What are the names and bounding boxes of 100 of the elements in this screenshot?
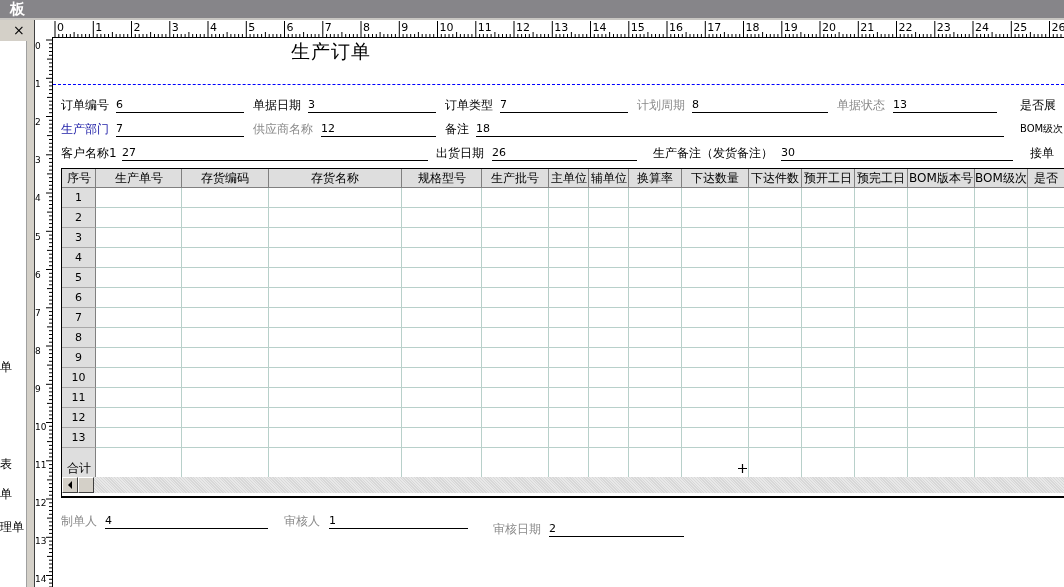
table-cell [482,388,549,408]
panel-item[interactable]: 理单 [0,519,24,536]
fill-in-line[interactable]: 18 [476,121,1004,137]
ruler-number: 0 [57,21,64,34]
table-cell [975,328,1028,348]
table-cell [975,368,1028,388]
ruler-number: 6 [35,269,41,280]
field-label: 生产部门 [61,121,109,137]
fill-in-line[interactable]: 6 [116,97,244,113]
table-cell [549,368,589,388]
table-cell [629,248,682,268]
fill-in-line[interactable]: 12 [321,121,436,137]
table-cell [855,328,908,348]
fill-in-line[interactable]: 4 [105,513,268,529]
ruler-number: 5 [35,231,41,242]
field-label: 审核日期 [493,521,541,537]
fill-in-line[interactable]: 7 [116,121,244,137]
column-header: 换算率 [629,169,682,188]
ruler-number: 16 [669,21,683,34]
fill-in-line[interactable]: 3 [308,97,436,113]
fill-in-line[interactable]: 8 [692,97,828,113]
panel-item[interactable]: 单 [0,486,12,503]
column-header: 预开工日 [802,169,855,188]
panel-item[interactable]: 单 [0,359,12,376]
table-cell [549,228,589,248]
field-label: 客户名称1 [61,145,117,161]
field-label: 生产备注（发货备注） [653,145,773,161]
table-cell [682,408,749,428]
table-cell [908,328,975,348]
row-number: 7 [62,308,96,328]
close-button[interactable]: × [10,22,28,38]
fill-in-line[interactable]: 1 [329,513,468,529]
row-number: 1 [62,188,96,208]
table-cell [749,368,802,388]
field-label: 备注 [445,121,469,137]
table-cell [749,408,802,428]
table-cell [855,248,908,268]
table-cell [482,308,549,328]
fill-in-line[interactable]: 13 [893,97,997,113]
table-cell [908,408,975,428]
table-cell [802,348,855,368]
row-number: 2 [62,208,96,228]
table-cell [629,268,682,288]
table-cell [975,408,1028,428]
field-label: 出货日期 [436,145,484,161]
table-cell [975,288,1028,308]
row-number: 5 [62,268,96,288]
ruler-number: 4 [35,193,41,204]
ruler-number: 20 [822,21,836,34]
field-label: 订单编号 [61,97,109,113]
column-header: 序号 [62,169,96,188]
table-cell [549,348,589,368]
table-cell [749,308,802,328]
table-cell [629,208,682,228]
table-cell [629,328,682,348]
fill-in-line[interactable]: 7 [500,97,628,113]
panel-item[interactable]: 表 [0,456,12,473]
table-cell [549,208,589,228]
table-cell [855,308,908,328]
row-number: 11 [62,388,96,408]
ruler-number: 9 [35,383,41,394]
fill-in-line[interactable]: 26 [492,145,637,161]
table-cell [682,228,749,248]
column-header: 预完工日 [855,169,908,188]
field-label: 供应商名称 [253,121,313,137]
table-cell [482,408,549,428]
table-cell [482,288,549,308]
fill-in-line[interactable]: 27 [122,145,428,161]
table-cell [629,408,682,428]
table-cell [682,368,749,388]
table-cell [589,348,629,368]
ruler-number: 18 [745,21,760,34]
table-cell [855,348,908,368]
table-cell [549,248,589,268]
ruler-number: 19 [783,21,798,34]
column-header: 存货编码 [182,169,269,188]
column-header: 规格型号 [402,169,482,188]
scroll-left-button[interactable] [62,477,78,493]
fill-in-line[interactable]: 30 [781,145,1013,161]
table-cell [749,248,802,268]
scroll-thumb[interactable] [78,477,94,493]
table-cell [802,308,855,328]
ruler-number: 8 [363,21,370,34]
table-cell [802,228,855,248]
table-cell [589,328,629,348]
table-cell [802,408,855,428]
table-cell [975,428,1028,448]
field-label: 审核人 [284,513,320,529]
table-cell [802,248,855,268]
column-header: BOM版本号 [908,169,975,188]
row-number: 8 [62,328,96,348]
table-cell [908,368,975,388]
ruler-number: 3 [35,155,41,166]
row-number: 13 [62,428,96,448]
fill-in-line[interactable]: 2 [549,521,684,537]
table-cell [975,388,1028,408]
table-cell [855,368,908,388]
field-label: BOM级次 [1020,122,1064,136]
table-cell [482,348,549,368]
splitter-bar[interactable] [27,20,35,587]
